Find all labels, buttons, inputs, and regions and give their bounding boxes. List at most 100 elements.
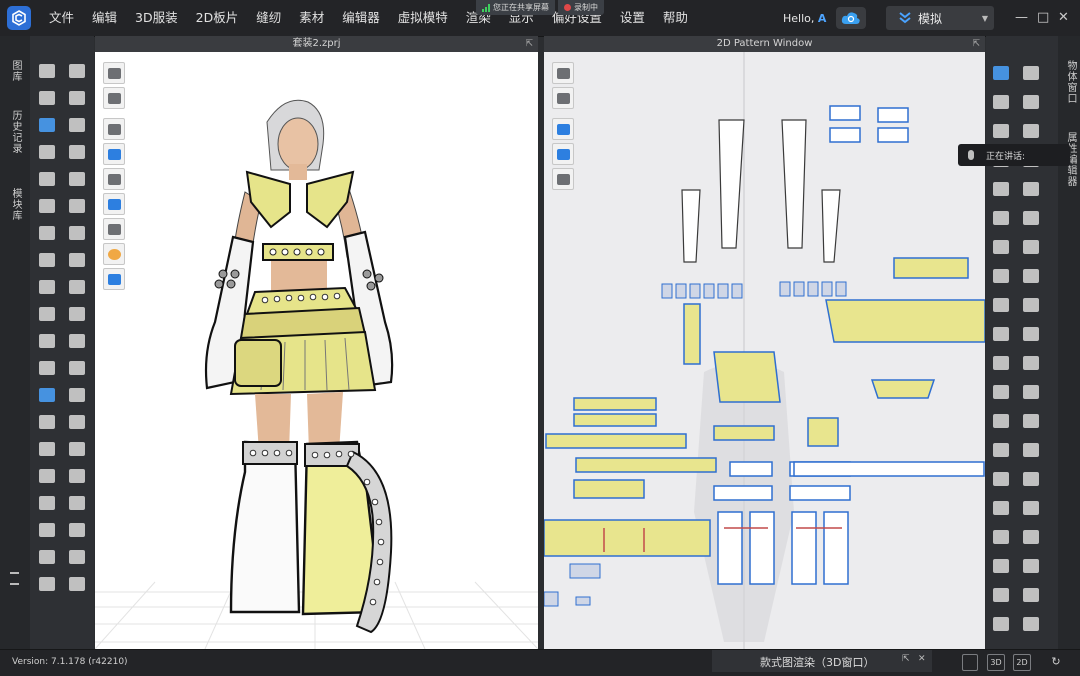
2d-tool-icon[interactable] — [1020, 120, 1042, 142]
2d-tool-icon[interactable] — [990, 120, 1012, 142]
sharing-pill[interactable]: 您正在共享屏幕 — [476, 0, 555, 15]
menu-item[interactable]: 文件 — [40, 0, 83, 36]
2d-tool-icon[interactable] — [990, 352, 1012, 374]
3d-tool-icon[interactable] — [66, 114, 88, 136]
2d-tool-icon[interactable] — [1020, 91, 1042, 113]
3d-tool-icon[interactable] — [36, 60, 58, 82]
2d-tool-icon[interactable] — [990, 294, 1012, 316]
2d-tool-icon[interactable] — [990, 497, 1012, 519]
3d-tool-icon[interactable] — [36, 249, 58, 271]
menu-item[interactable]: 素材 — [290, 0, 333, 36]
3d-tool-icon[interactable] — [36, 573, 58, 595]
menu-item[interactable]: 设置 — [611, 0, 654, 36]
close-button[interactable]: ✕ — [1058, 10, 1069, 25]
2d-tool-icon[interactable] — [990, 178, 1012, 200]
3d-tool-icon[interactable] — [66, 249, 88, 271]
2d-tool-icon[interactable] — [1020, 62, 1042, 84]
viewport-tool-icon[interactable] — [103, 118, 125, 140]
expand-icon[interactable]: ⇱ — [902, 654, 910, 664]
viewport-tool-icon[interactable] — [103, 193, 125, 215]
2d-tool-icon[interactable] — [990, 584, 1012, 606]
viewport-tool-icon[interactable] — [552, 87, 574, 109]
viewport-tool-icon[interactable] — [103, 143, 125, 165]
3d-tool-icon[interactable] — [36, 546, 58, 568]
3d-tool-icon[interactable] — [66, 60, 88, 82]
viewport-tool-icon[interactable] — [103, 62, 125, 84]
2d-tool-icon[interactable] — [1020, 410, 1042, 432]
3d-tool-icon[interactable] — [36, 303, 58, 325]
viewport-tool-icon[interactable] — [103, 218, 125, 240]
3d-tool-icon[interactable] — [66, 384, 88, 406]
viewport-tool-icon[interactable] — [552, 118, 574, 140]
2d-tool-icon[interactable] — [990, 468, 1012, 490]
3d-tool-icon[interactable] — [36, 465, 58, 487]
menu-icon[interactable] — [10, 572, 19, 585]
3d-tool-icon[interactable] — [36, 195, 58, 217]
2d-tool-icon[interactable] — [990, 526, 1012, 548]
2d-tool-icon[interactable] — [990, 381, 1012, 403]
3d-tool-icon[interactable] — [66, 411, 88, 433]
2d-tool-icon[interactable] — [990, 91, 1012, 113]
2d-tool-icon[interactable] — [990, 62, 1012, 84]
2d-tool-icon[interactable] — [990, 323, 1012, 345]
3d-tool-icon[interactable] — [66, 519, 88, 541]
3d-tool-icon[interactable] — [66, 465, 88, 487]
2d-tool-icon[interactable] — [1020, 468, 1042, 490]
3d-tool-icon[interactable] — [36, 168, 58, 190]
viewport-tool-icon[interactable] — [103, 168, 125, 190]
3d-tool-icon[interactable] — [36, 519, 58, 541]
3d-tool-icon[interactable] — [36, 357, 58, 379]
close-icon[interactable]: ✕ — [918, 654, 926, 664]
3d-tool-icon[interactable] — [36, 330, 58, 352]
menu-item[interactable]: 帮助 — [654, 0, 697, 36]
viewport-tool-icon[interactable] — [552, 168, 574, 190]
3d-tool-icon[interactable] — [66, 492, 88, 514]
3d-tool-icon[interactable] — [66, 276, 88, 298]
3d-tool-icon[interactable] — [66, 546, 88, 568]
menu-item[interactable]: 3D服装 — [126, 0, 187, 36]
3d-tool-icon[interactable] — [36, 276, 58, 298]
2d-tool-icon[interactable] — [990, 555, 1012, 577]
menu-item[interactable]: 虚拟模特 — [389, 0, 457, 36]
2d-tool-icon[interactable] — [1020, 236, 1042, 258]
2d-tool-icon[interactable] — [1020, 352, 1042, 374]
2d-tool-icon[interactable] — [1020, 207, 1042, 229]
3d-tool-icon[interactable] — [66, 573, 88, 595]
tab-object-window[interactable]: 物体窗口 — [1063, 60, 1078, 104]
viewport-tool-icon[interactable] — [552, 62, 574, 84]
viewport-tool-icon[interactable] — [103, 87, 125, 109]
menu-item[interactable]: 编辑 — [83, 0, 126, 36]
expand-icon[interactable]: ⇱ — [525, 36, 533, 52]
2d-tool-icon[interactable] — [1020, 613, 1042, 635]
3d-tool-icon[interactable] — [36, 141, 58, 163]
2d-tool-icon[interactable] — [1020, 294, 1042, 316]
layout-button[interactable] — [962, 654, 978, 671]
3d-tool-icon[interactable] — [66, 141, 88, 163]
cloud-sync-button[interactable] — [836, 7, 866, 29]
3d-tool-icon[interactable] — [66, 303, 88, 325]
menu-item[interactable]: 2D板片 — [187, 0, 248, 36]
2d-tool-icon[interactable] — [1020, 555, 1042, 577]
menu-item[interactable]: 缝纫 — [247, 0, 290, 36]
2d-tool-icon[interactable] — [990, 265, 1012, 287]
3d-tool-icon[interactable] — [36, 87, 58, 109]
2d-tool-icon[interactable] — [990, 236, 1012, 258]
app-logo-icon[interactable] — [7, 6, 31, 30]
2d-pattern-window[interactable] — [544, 52, 985, 649]
2d-tool-icon[interactable] — [990, 613, 1012, 635]
user-greeting[interactable]: Hello, A — [783, 12, 826, 25]
2d-tool-icon[interactable] — [1020, 381, 1042, 403]
2d-tool-icon[interactable] — [1020, 526, 1042, 548]
2d-tool-icon[interactable] — [1020, 323, 1042, 345]
3d-tool-icon[interactable] — [36, 438, 58, 460]
2d-tool-icon[interactable] — [1020, 178, 1042, 200]
viewport-tool-icon[interactable] — [552, 143, 574, 165]
3d-tool-icon[interactable] — [66, 222, 88, 244]
tab-library[interactable]: 图库 — [8, 60, 23, 82]
3d-tool-icon[interactable] — [36, 492, 58, 514]
viewport-tool-icon[interactable] — [103, 243, 125, 265]
2d-tool-icon[interactable] — [1020, 265, 1042, 287]
2d-tool-icon[interactable] — [990, 207, 1012, 229]
tab-modules[interactable]: 模块库 — [8, 188, 23, 221]
minimize-button[interactable]: — — [1015, 10, 1028, 25]
